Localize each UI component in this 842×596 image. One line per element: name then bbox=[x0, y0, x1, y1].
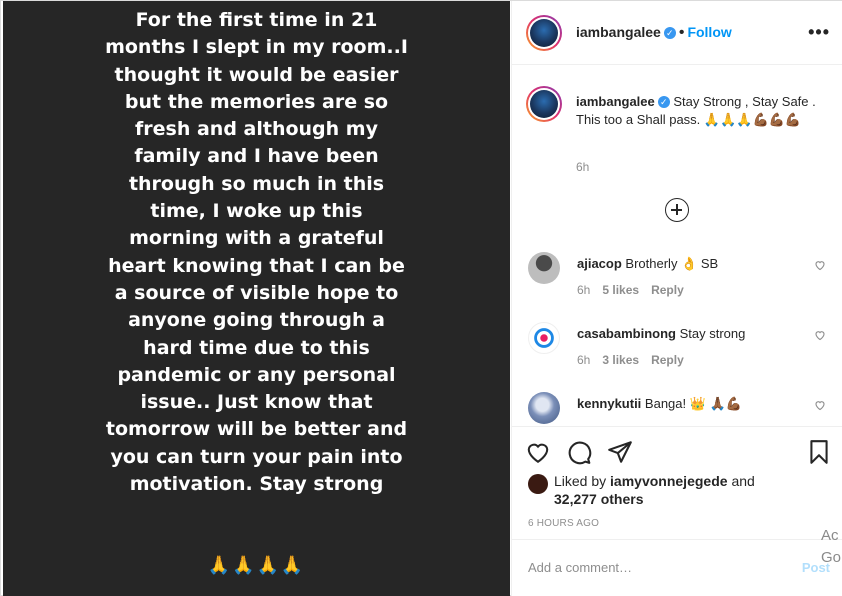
comment-avatar[interactable] bbox=[528, 322, 560, 354]
comment-text: Banga! 👑 🙏🏾💪🏾 bbox=[644, 396, 742, 411]
share-send-icon[interactable] bbox=[607, 439, 633, 465]
comment-item: casabambinong Stay strong 6h 3 likes Reply bbox=[528, 322, 828, 382]
like-comment-heart-icon[interactable] bbox=[814, 329, 826, 341]
author-username[interactable]: iambangalee bbox=[576, 24, 661, 40]
comment-time[interactable]: 6h bbox=[577, 283, 590, 297]
likes-count[interactable]: 32,277 others bbox=[554, 491, 644, 507]
comment-likes[interactable]: 5 likes bbox=[602, 283, 639, 297]
save-bookmark-icon[interactable] bbox=[806, 439, 832, 465]
post-timestamp[interactable]: 6 HOURS AGO bbox=[528, 518, 599, 529]
separator-dot: • bbox=[678, 24, 685, 41]
like-comment-heart-icon[interactable] bbox=[814, 399, 826, 411]
verified-badge-icon: ✓ bbox=[657, 96, 670, 108]
load-more-comments-icon[interactable] bbox=[665, 198, 689, 222]
post-side-panel: iambangalee ✓ • Follow ••• iambangalee ✓ Sta… bbox=[511, 1, 842, 596]
comment-avatar[interactable] bbox=[528, 392, 560, 424]
activate-windows-watermark: Ac Go bbox=[821, 527, 842, 566]
comment-text: Brotherly 👌 SB bbox=[625, 256, 719, 271]
comment-item: kennykutii Banga! 👑 🙏🏾💪🏾 bbox=[528, 392, 828, 426]
comment-avatar[interactable] bbox=[528, 252, 560, 284]
comment-bubble-icon[interactable] bbox=[566, 439, 592, 465]
like-heart-icon[interactable] bbox=[525, 439, 551, 465]
caption: iambangalee ✓ Stay Strong , Stay Safe . T… bbox=[526, 86, 826, 176]
comment-input[interactable] bbox=[528, 560, 778, 575]
story-text: For the first time in 21 months I slept … bbox=[105, 9, 408, 496]
post-actions: Liked by iamyvonnejegede and 32,277 othe… bbox=[512, 426, 842, 538]
liker-avatar[interactable] bbox=[528, 474, 548, 494]
comment-username[interactable]: kennykutii bbox=[577, 396, 641, 411]
caption-avatar[interactable] bbox=[526, 86, 562, 122]
post-header: iambangalee ✓ • Follow ••• bbox=[512, 1, 842, 65]
like-comment-heart-icon[interactable] bbox=[814, 259, 826, 271]
story-emoji: 🙏🙏🙏🙏 bbox=[207, 555, 306, 575]
caption-time[interactable]: 6h bbox=[576, 160, 589, 174]
add-comment-bar: Post bbox=[512, 539, 842, 596]
liked-by-label: Liked by bbox=[554, 473, 607, 489]
comment-likes[interactable]: 3 likes bbox=[602, 353, 639, 367]
comments-list[interactable]: iambangalee ✓ Stay Strong , Stay Safe . T… bbox=[512, 66, 842, 426]
comment-username[interactable]: casabambinong bbox=[577, 326, 676, 341]
comment-text: Stay strong bbox=[679, 326, 746, 341]
reply-button[interactable]: Reply bbox=[651, 353, 684, 367]
caption-username[interactable]: iambangalee bbox=[576, 94, 655, 109]
liked-and-label: and bbox=[731, 473, 755, 489]
post-image[interactable]: For the first time in 21 months I slept … bbox=[3, 1, 510, 596]
post-modal: For the first time in 21 months I slept … bbox=[0, 0, 842, 596]
more-options-icon[interactable]: ••• bbox=[808, 22, 830, 43]
author-avatar[interactable] bbox=[526, 15, 562, 51]
comment-time[interactable]: 6h bbox=[577, 353, 590, 367]
follow-button[interactable]: Follow bbox=[687, 24, 731, 40]
comment-item: ajiacop Brotherly 👌 SB 6h 5 likes Reply bbox=[528, 252, 828, 312]
verified-badge-icon: ✓ bbox=[663, 27, 676, 39]
reply-button[interactable]: Reply bbox=[651, 283, 684, 297]
comment-username[interactable]: ajiacop bbox=[577, 256, 622, 271]
liker-username[interactable]: iamyvonnejegede bbox=[610, 473, 728, 489]
